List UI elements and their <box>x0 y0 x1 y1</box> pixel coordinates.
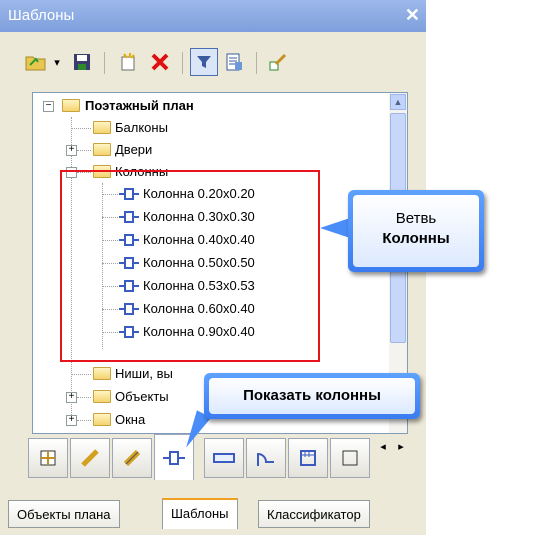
dropdown-arrow-icon[interactable]: ▾ <box>50 48 64 76</box>
close-icon[interactable]: ✕ <box>405 5 420 26</box>
callout-line: Ветвь <box>395 210 437 227</box>
tree-item-doors[interactable]: + Двери <box>33 139 363 161</box>
open-folder-icon[interactable] <box>22 48 50 76</box>
expand-icon[interactable]: + <box>66 415 77 426</box>
tree-root-row[interactable]: − Поэтажный план <box>33 95 363 117</box>
callout-line-bold: Колонны <box>382 230 450 247</box>
tree-root-label: Поэтажный план <box>85 98 194 113</box>
wall-tab-icon[interactable] <box>70 438 110 478</box>
tree-item-label: Окна <box>115 412 146 427</box>
folder-open-icon <box>62 99 80 112</box>
door-tab-icon[interactable] <box>246 438 286 478</box>
scroll-right-icon[interactable]: ▸ <box>398 440 404 460</box>
folder-icon <box>93 121 111 134</box>
tree-item-balconies[interactable]: Балконы <box>33 117 363 139</box>
new-item-icon[interactable] <box>114 48 142 76</box>
more-tab-icon[interactable] <box>330 438 370 478</box>
branch-callout: Ветвь Колонны <box>348 190 484 272</box>
columns-branch-highlight <box>60 170 320 362</box>
callout-tail <box>320 218 350 238</box>
tab-templates[interactable]: Шаблоны <box>162 498 238 529</box>
folder-icon <box>93 390 111 403</box>
tree-item-label: Балконы <box>115 120 168 135</box>
toolbar: ▾ <box>22 38 402 86</box>
folder-icon <box>93 413 111 426</box>
tab-classifier[interactable]: Классификатор <box>258 500 370 528</box>
window-tab-icon[interactable] <box>204 438 244 478</box>
properties-icon[interactable] <box>220 48 248 76</box>
show-columns-callout: Показать колонны <box>204 373 420 419</box>
expand-icon[interactable]: + <box>66 145 77 156</box>
folder-icon <box>93 143 111 156</box>
bottom-tab-strip: Объекты плана Шаблоны Классификатор <box>6 498 416 530</box>
collapse-icon[interactable]: − <box>43 101 54 112</box>
icon-tab-strip: ◂ ▸ <box>28 434 412 486</box>
panel-title: Шаблоны <box>8 7 75 24</box>
delete-icon[interactable] <box>146 48 174 76</box>
title-bar: Шаблоны ✕ <box>0 0 426 32</box>
stair-tab-icon[interactable] <box>288 438 328 478</box>
save-icon[interactable] <box>68 48 96 76</box>
filter-icon[interactable] <box>190 48 218 76</box>
tab-plan-objects[interactable]: Объекты плана <box>8 500 120 528</box>
tree-item-label: Ниши, вы <box>115 366 173 381</box>
tree-item-label: Двери <box>115 142 153 157</box>
expand-icon[interactable]: + <box>66 392 77 403</box>
scroll-left-icon[interactable]: ◂ <box>380 440 386 460</box>
callout-text: Показать колонны <box>209 378 415 414</box>
tab-scroll-arrows: ◂ ▸ <box>374 440 410 460</box>
beam-tab-icon[interactable] <box>112 438 152 478</box>
scroll-up-icon[interactable]: ▲ <box>390 94 406 110</box>
folder-icon <box>93 367 111 380</box>
edit-template-icon[interactable] <box>264 48 292 76</box>
tree-item-label: Объекты <box>115 389 169 404</box>
floor-plan-tab-icon[interactable] <box>28 438 68 478</box>
